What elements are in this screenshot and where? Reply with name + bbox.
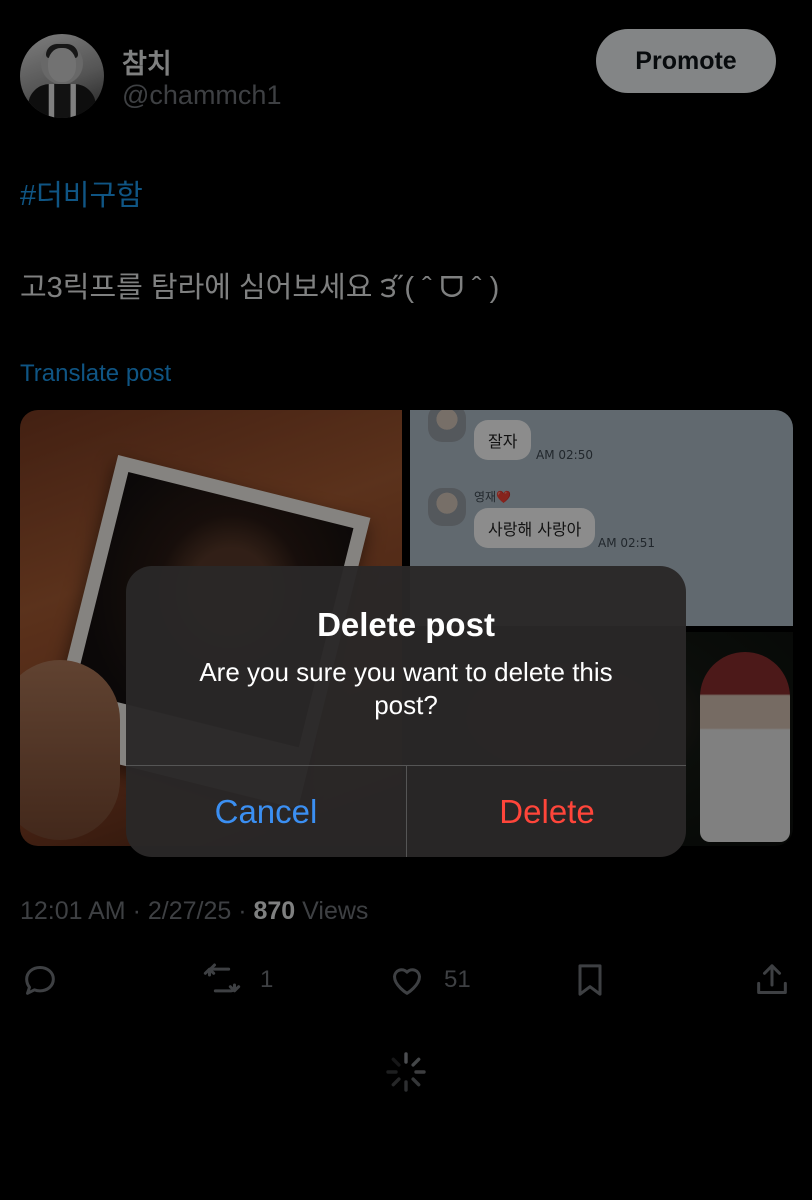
cancel-button[interactable]: Cancel <box>126 766 406 857</box>
delete-post-dialog: Delete post Are you sure you want to del… <box>126 566 686 857</box>
delete-button[interactable]: Delete <box>407 766 686 857</box>
dialog-title: Delete post <box>317 606 495 643</box>
dialog-message: Are you sure you want to delete this pos… <box>199 657 613 720</box>
